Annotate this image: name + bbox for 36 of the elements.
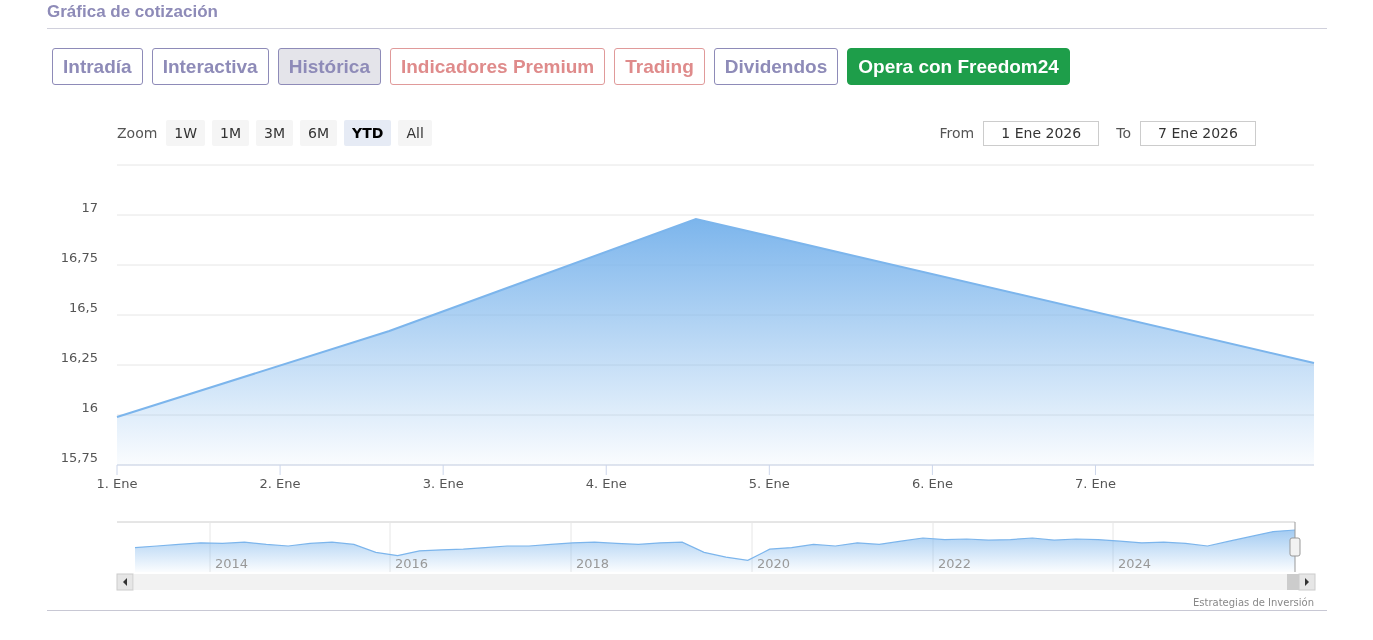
navigator-year-label: 2016 — [395, 556, 429, 571]
x-axis-label: 2. Ene — [259, 476, 301, 491]
x-axis-label: 6. Ene — [911, 476, 953, 491]
zoom-button[interactable]: 1M — [212, 120, 250, 146]
y-axis-label: 15,75 — [60, 450, 98, 465]
from-label: From — [939, 125, 975, 141]
navigator-year-label: 2018 — [576, 556, 610, 571]
y-axis-label: 16 — [81, 400, 98, 415]
zoom-button[interactable]: 3M — [256, 120, 294, 146]
zoom-button[interactable]: All — [398, 120, 432, 146]
scrollbar-thumb[interactable] — [1287, 574, 1299, 590]
x-axis-label: 1. Ene — [96, 476, 138, 491]
navigator-year-label: 2020 — [757, 556, 791, 571]
from-date-field[interactable]: 1 Ene 2026 — [983, 120, 1100, 146]
x-axis-label: 4. Ene — [585, 476, 627, 491]
zoom-button[interactable]: 6M — [300, 120, 338, 146]
navigator-year-label: 2022 — [938, 556, 972, 571]
section-title: Gráfica de cotización — [47, 0, 1327, 29]
zoom-label: Zoom — [117, 125, 158, 141]
navigator-handle[interactable] — [1289, 521, 1301, 573]
chart-credits[interactable]: Estrategias de Inversión — [1193, 597, 1314, 608]
to-label: To — [1116, 125, 1131, 141]
x-axis-label: 7. Ene — [1074, 476, 1116, 491]
zoom-button[interactable]: YTD — [344, 120, 392, 146]
navigator-year-label: 2024 — [1118, 556, 1152, 571]
navigator-year-label: 2014 — [215, 556, 249, 571]
scroll-left-button[interactable] — [116, 573, 134, 591]
scroll-right-button[interactable] — [1298, 573, 1316, 591]
x-axis-label: 3. Ene — [422, 476, 464, 491]
y-axis-label: 16,5 — [69, 300, 98, 315]
zoom-button[interactable]: 1W — [166, 120, 206, 146]
y-axis-label: 16,75 — [60, 250, 98, 265]
y-axis-label: 16,25 — [60, 350, 98, 365]
y-axis-label: 17 — [81, 200, 98, 215]
x-axis-label: 5. Ene — [748, 476, 790, 491]
to-date-field[interactable]: 7 Ene 2026 — [1140, 120, 1256, 146]
